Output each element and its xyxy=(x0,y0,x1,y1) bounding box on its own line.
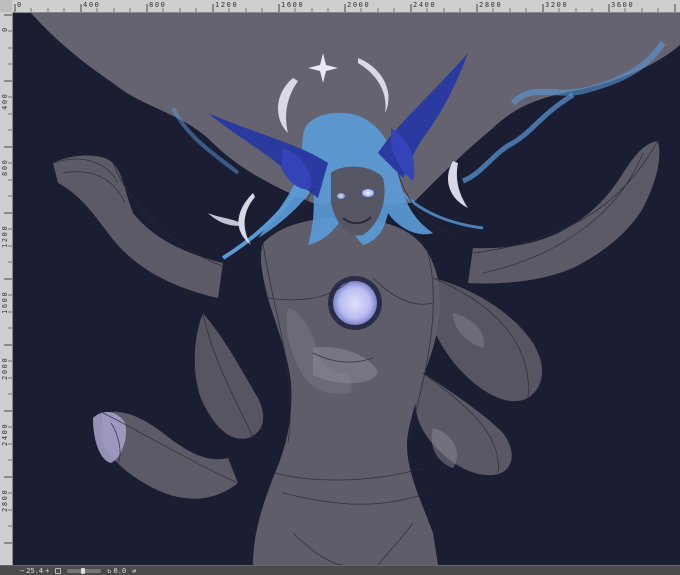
zoom-control[interactable]: − 25.4 + xyxy=(20,567,49,575)
status-bar: − 25.4 + ↻ 0.0 ⇄ xyxy=(0,565,680,575)
ruler-left-label: 800 xyxy=(1,158,9,176)
ruler-top-label: 3600 xyxy=(611,1,635,9)
glowing-eye xyxy=(337,193,345,199)
ruler-left-label: 2800 xyxy=(1,488,9,512)
ruler-top-label: 3200 xyxy=(545,1,569,9)
ruler-top-label: 2000 xyxy=(347,1,371,9)
ruler-corner xyxy=(0,0,12,12)
ruler-left-label: 1200 xyxy=(1,224,9,248)
ruler-top-label: 2400 xyxy=(413,1,437,9)
glowing-eye xyxy=(362,189,374,197)
fit-icon[interactable] xyxy=(55,567,62,574)
rotation-value[interactable]: 0.0 xyxy=(114,567,127,575)
ruler-top-label: 2800 xyxy=(479,1,503,9)
chest-orb xyxy=(333,281,377,325)
zoom-in-icon[interactable]: + xyxy=(45,567,49,575)
rotate-icon[interactable]: ↻ xyxy=(107,567,111,575)
painting-app-window: 0 400 800 1200 1600 2000 2400 2800 3200 … xyxy=(0,0,680,575)
ruler-left-label: 1600 xyxy=(1,290,9,314)
ruler-top-label: 1600 xyxy=(281,1,305,9)
horizontal-ruler[interactable]: 0 400 800 1200 1600 2000 2400 2800 3200 … xyxy=(12,0,680,13)
zoom-out-icon[interactable]: − xyxy=(20,567,24,575)
vertical-ruler[interactable]: 0 400 800 1200 1600 2000 2400 2800 xyxy=(0,12,13,565)
ruler-left-label: 2000 xyxy=(1,356,9,380)
ruler-origin-label: 0 xyxy=(17,1,23,9)
ruler-left-origin-label: 0 xyxy=(1,26,9,32)
ruler-top-label: 400 xyxy=(83,1,101,9)
zoom-value[interactable]: 25.4 xyxy=(26,567,43,575)
horizontal-ruler-ticks xyxy=(14,4,676,12)
rotation-control[interactable]: ↻ 0.0 xyxy=(107,567,126,575)
zoom-slider[interactable] xyxy=(67,567,102,574)
ruler-left-label: 400 xyxy=(1,92,9,110)
ruler-top-label: 800 xyxy=(149,1,167,9)
drawing-canvas[interactable] xyxy=(13,13,680,565)
ruler-left-label: 2400 xyxy=(1,422,9,446)
artwork xyxy=(13,13,680,565)
ruler-top-label: 1200 xyxy=(215,1,239,9)
flip-icon[interactable]: ⇄ xyxy=(132,567,136,575)
